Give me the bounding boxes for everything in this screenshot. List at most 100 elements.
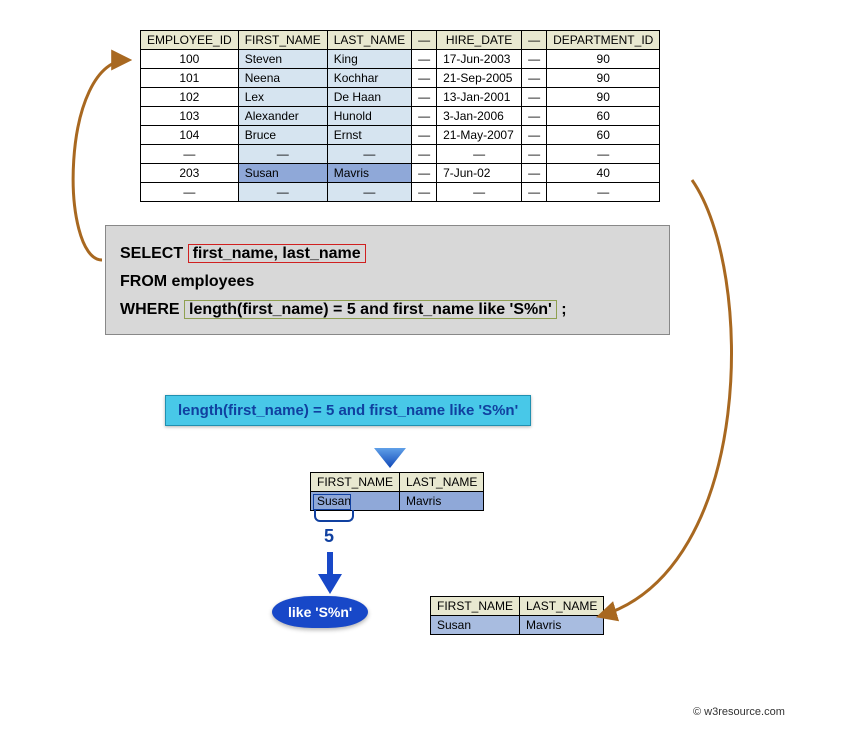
result-header-row: FIRST_NAME LAST_NAME <box>431 597 604 616</box>
cell-dash: — <box>412 107 437 126</box>
cell-dept-id: 40 <box>547 164 660 183</box>
cell-dash: — <box>327 145 411 164</box>
brace-icon <box>314 510 354 522</box>
cell-dash: — <box>412 145 437 164</box>
cell-dash: — <box>522 69 547 88</box>
like-pattern-badge: like 'S%n' <box>272 596 368 628</box>
cell-dash: — <box>141 183 239 202</box>
cell-first-name: Susan <box>311 492 400 511</box>
th-last-name: LAST_NAME <box>400 473 484 492</box>
cell-last-name: Mavris <box>520 616 604 635</box>
cell-emp-id: 103 <box>141 107 239 126</box>
cell-dash: — <box>522 126 547 145</box>
table-row: 100 Steven King — 17-Jun-2003 — 90 <box>141 50 660 69</box>
result-row: Susan Mavris <box>311 492 484 511</box>
cell-dept-id: 90 <box>547 50 660 69</box>
cell-dash: — <box>522 50 547 69</box>
cell-dash: — <box>547 183 660 202</box>
cell-first-name: Steven <box>238 50 327 69</box>
final-result-table: FIRST_NAME LAST_NAME Susan Mavris <box>430 596 604 635</box>
th-dash-1: — <box>412 31 437 50</box>
cell-dept-id: 90 <box>547 88 660 107</box>
arrow-condition-to-intermediate <box>374 432 406 468</box>
cell-last-name: Mavris <box>400 492 484 511</box>
sql-select: SELECT <box>120 245 183 262</box>
th-last-name: LAST_NAME <box>520 597 604 616</box>
cell-dash: — <box>522 88 547 107</box>
th-first-name: FIRST_NAME <box>311 473 400 492</box>
sql-statement-box: SELECT first_name, last_name FROM employ… <box>105 225 670 335</box>
result-header-row: FIRST_NAME LAST_NAME <box>311 473 484 492</box>
cell-dept-id: 90 <box>547 69 660 88</box>
cell-dash: — <box>522 183 547 202</box>
cell-last-name: Kochhar <box>327 69 411 88</box>
table-row: 101 Neena Kochhar — 21-Sep-2005 — 90 <box>141 69 660 88</box>
th-employee-id: EMPLOYEE_ID <box>141 31 239 50</box>
cell-dash: — <box>547 145 660 164</box>
cell-hire-date: 3-Jan-2006 <box>437 107 522 126</box>
cell-emp-id: 203 <box>141 164 239 183</box>
table-row-ellipsis: — — — — — — — <box>141 145 660 164</box>
th-first-name: FIRST_NAME <box>238 31 327 50</box>
cell-dept-id: 60 <box>547 126 660 145</box>
cell-dash: — <box>327 183 411 202</box>
cell-first-name: Alexander <box>238 107 327 126</box>
cell-dash: — <box>437 183 522 202</box>
result-row: Susan Mavris <box>431 616 604 635</box>
th-department-id: DEPARTMENT_ID <box>547 31 660 50</box>
cell-dash: — <box>412 183 437 202</box>
cell-emp-id: 101 <box>141 69 239 88</box>
length-five-label: 5 <box>324 526 334 547</box>
diagram-container: EMPLOYEE_ID FIRST_NAME LAST_NAME — HIRE_… <box>0 0 844 734</box>
table-row-highlighted: 203 Susan Mavris — 7-Jun-02 — 40 <box>141 164 660 183</box>
cell-emp-id: 100 <box>141 50 239 69</box>
table-row: 102 Lex De Haan — 13-Jan-2001 — 90 <box>141 88 660 107</box>
cell-dash: — <box>238 183 327 202</box>
cell-hire-date: 13-Jan-2001 <box>437 88 522 107</box>
cell-dash: — <box>522 164 547 183</box>
cell-dash: — <box>412 126 437 145</box>
sql-columns-highlight: first_name, last_name <box>188 244 366 263</box>
cell-first-name: Lex <box>238 88 327 107</box>
cell-hire-date: 17-Jun-2003 <box>437 50 522 69</box>
sql-semicolon: ; <box>561 301 566 318</box>
cell-first-name: Susan <box>431 616 520 635</box>
cell-first-name: Bruce <box>238 126 327 145</box>
cell-last-name: Ernst <box>327 126 411 145</box>
sql-condition-highlight: length(first_name) = 5 and first_name li… <box>184 300 557 319</box>
cell-dash: — <box>141 145 239 164</box>
sql-from: FROM employees <box>120 273 254 290</box>
table-header-row: EMPLOYEE_ID FIRST_NAME LAST_NAME — HIRE_… <box>141 31 660 50</box>
th-first-name: FIRST_NAME <box>431 597 520 616</box>
th-last-name: LAST_NAME <box>327 31 411 50</box>
cell-last-name: Mavris <box>327 164 411 183</box>
intermediate-result-table: FIRST_NAME LAST_NAME Susan Mavris <box>310 472 484 511</box>
cell-dash: — <box>437 145 522 164</box>
cell-first-name: Neena <box>238 69 327 88</box>
table-row: 104 Bruce Ernst — 21-May-2007 — 60 <box>141 126 660 145</box>
cell-dash: — <box>522 107 547 126</box>
cell-dash: — <box>412 164 437 183</box>
cell-dash: — <box>522 145 547 164</box>
copyright-text: © w3resource.com <box>693 706 785 718</box>
cell-last-name: Hunold <box>327 107 411 126</box>
cell-dept-id: 60 <box>547 107 660 126</box>
cell-dash: — <box>412 50 437 69</box>
th-dash-2: — <box>522 31 547 50</box>
cell-hire-date: 21-May-2007 <box>437 126 522 145</box>
cell-dash: — <box>412 69 437 88</box>
cell-emp-id: 104 <box>141 126 239 145</box>
cell-hire-date: 21-Sep-2005 <box>437 69 522 88</box>
arrow-five-to-like <box>318 552 342 594</box>
cell-emp-id: 102 <box>141 88 239 107</box>
th-hire-date: HIRE_DATE <box>437 31 522 50</box>
employees-table: EMPLOYEE_ID FIRST_NAME LAST_NAME — HIRE_… <box>140 30 660 202</box>
cell-last-name: De Haan <box>327 88 411 107</box>
cell-dash: — <box>412 88 437 107</box>
condition-label-box: length(first_name) = 5 and first_name li… <box>165 395 531 426</box>
cell-first-name: Susan <box>238 164 327 183</box>
sql-where: WHERE <box>120 301 180 318</box>
cell-last-name: King <box>327 50 411 69</box>
table-row-ellipsis: — — — — — — — <box>141 183 660 202</box>
cell-dash: — <box>238 145 327 164</box>
